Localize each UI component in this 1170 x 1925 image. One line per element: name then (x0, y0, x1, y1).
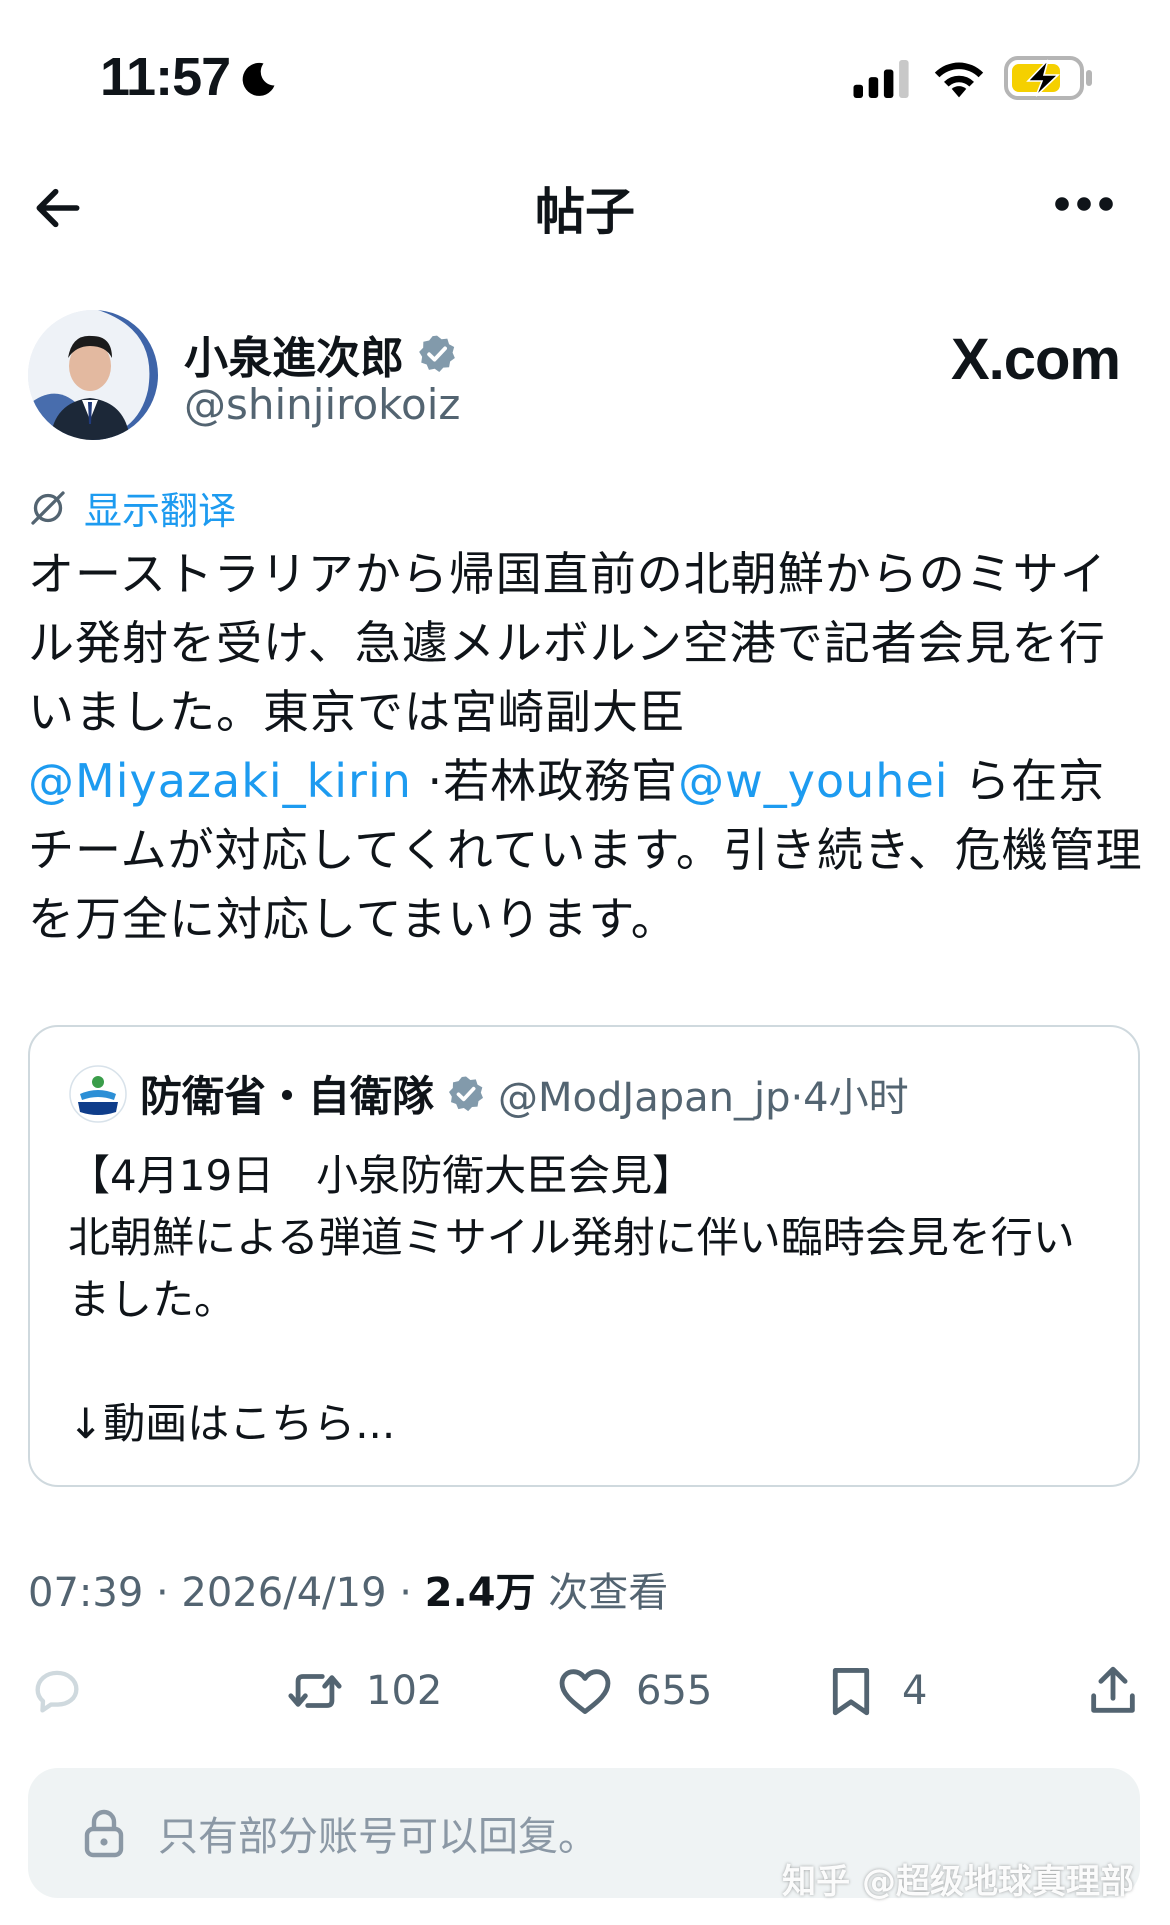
post-timestamp: 07:39 · 2026/4/19 · (28, 1570, 425, 1616)
author-handle[interactable]: @shinjirokoiz (184, 380, 460, 429)
post-text: オーストラリアから帰国直前の北朝鮮からのミサイル発射を受け、急遽メルボルン空港で… (28, 540, 1143, 954)
quoted-author-name: 防衛省・自衛隊 (140, 1072, 435, 1121)
mention-link[interactable]: @Miyazaki_kirin (28, 754, 412, 808)
lock-icon (84, 1809, 124, 1858)
reply-button[interactable] (28, 1662, 86, 1720)
top-nav: 帖子 (0, 150, 1170, 260)
avatar-portrait-icon (28, 310, 158, 440)
page-title: 帖子 (535, 183, 635, 241)
reply-icon (35, 1670, 79, 1713)
repost-button[interactable]: 102 (286, 1662, 442, 1720)
views-count: 2.4万 (424, 1570, 536, 1616)
like-count: 655 (636, 1668, 713, 1714)
watermark: 知乎 @超级地球真理部 (782, 1862, 1134, 1902)
quoted-author-handle-time: @ModJapan_jp·4小时 (498, 1074, 909, 1121)
wifi-icon (934, 62, 984, 98)
xcom-logo: X.com (950, 327, 1121, 392)
show-translation-link[interactable]: 显示翻译 (28, 480, 236, 535)
avatar[interactable] (28, 310, 158, 440)
status-bar: 11:57 (0, 0, 1170, 140)
translate-icon (31, 490, 65, 525)
bookmark-icon (832, 1668, 870, 1716)
verified-badge-icon (449, 1076, 484, 1111)
quoted-post-header: 防衛省・自衛隊 @ModJapan_jp·4小时 (68, 1063, 909, 1124)
mod-logo-icon (69, 1064, 127, 1123)
reply-restriction-text: 只有部分账号可以回复。 (158, 1814, 598, 1860)
repost-count: 102 (366, 1668, 443, 1714)
views-label: 次查看 (535, 1570, 669, 1616)
action-bar: 102 655 4 (0, 1650, 1170, 1740)
repost-icon (288, 1674, 342, 1708)
post-text-part2: ·若林政務官 (427, 754, 679, 808)
battery-charging-icon (1004, 56, 1092, 100)
author-name-row[interactable]: 小泉進次郎 (184, 322, 458, 386)
status-time: 11:57 (100, 47, 231, 107)
quoted-post-text: 【4月19日 小泉防衛大臣会見】 北朝鮮による弾道ミサイル発射に伴い臨時会見を行… (68, 1151, 1075, 1448)
mention-link[interactable]: @w_youhei (678, 754, 948, 808)
moon-icon (242, 62, 275, 96)
heart-icon (559, 1669, 611, 1714)
verified-badge-icon (419, 335, 455, 373)
show-translation-label[interactable]: 显示翻译 (84, 480, 236, 535)
bookmark-button[interactable]: 4 (822, 1662, 927, 1720)
quoted-post-card[interactable]: 防衛省・自衛隊 @ModJapan_jp·4小时 【4月19日 小泉防衛大臣会見… (28, 1025, 1140, 1487)
post-meta: 07:39 · 2026/4/19 · 2.4万 次查看 (28, 1560, 668, 1618)
share-icon (1091, 1666, 1135, 1713)
post-text-part1: オーストラリアから帰国直前の北朝鮮からのミサイル発射を受け、急遽メルボルン空港で… (28, 547, 1107, 739)
cellular-signal-icon (853, 60, 909, 98)
more-options-icon[interactable] (1054, 194, 1114, 214)
author-name[interactable]: 小泉進次郎 (184, 322, 404, 386)
bookmark-count: 4 (902, 1668, 928, 1714)
share-button[interactable] (1084, 1662, 1142, 1720)
like-button[interactable]: 655 (556, 1662, 712, 1720)
